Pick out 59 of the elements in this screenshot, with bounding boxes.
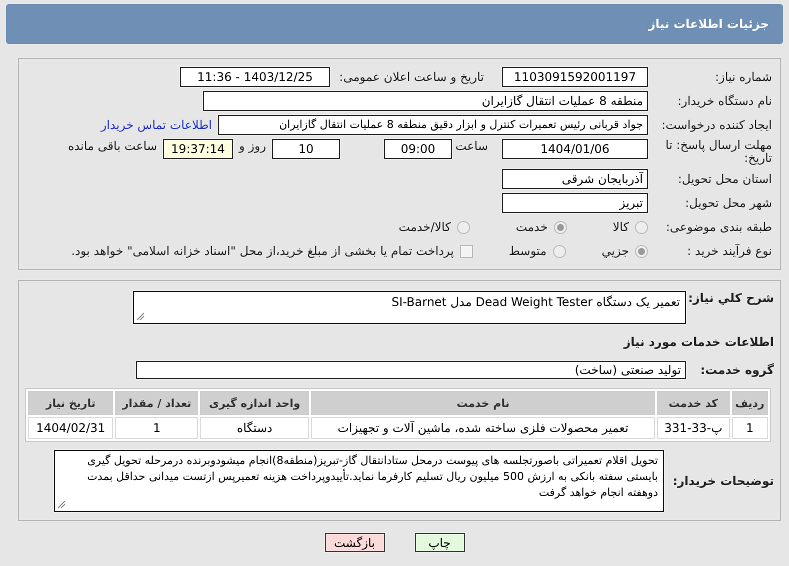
field-label: گروه خدمت: (699, 363, 774, 377)
deadline-time-field: 09:00 (384, 139, 452, 159)
field-label: ساعت باقی مانده (68, 139, 157, 153)
buyer-field: منطقه 8 عملیات انتقال گازایران (203, 91, 648, 111)
creator-field: جواد قربانی رئیس تعمیرات کنترل و ابزار دقیق منطقه 8 عملیات انتقال گازایران (218, 115, 648, 135)
deadline-date-field: 1404/01/06 (502, 139, 648, 159)
announce-date-field: 1403/12/25 - 11:36 (180, 67, 330, 87)
table-cell: دستگاه (200, 417, 309, 439)
service-group-field: تولید صنعتی (ساخت) (136, 361, 686, 379)
print-button[interactable]: چاپ (414, 533, 464, 552)
field-label: شهر محل تحویل: (684, 196, 772, 210)
resize-grip-icon (136, 312, 145, 321)
notes-textarea[interactable]: تحویل اقلام تعمیراتی باصورتجلسه های پیوست درمحل ستادانتقال گاز-تبریز(منطقه8)انجام میشودوبرنده درمرحله تحویل گیری بایستی سفته بانکی به ارزش 500 میلیون ریال تسلیم کارفرما نماید.تأییدوپرداخت هزینه تعمیرپس ازتست میدانی حداقل بمدت دوهفته انجام خواهد گرفت (54, 450, 664, 512)
column-header: واحد اندازه گیری (200, 391, 309, 415)
days-field: 10 (272, 139, 340, 159)
field-label: مهلت ارسال پاسخ: تا تاریخ: (664, 139, 772, 165)
page-header: جزئیات اطلاعات نیاز (6, 4, 783, 44)
column-header: ردیف (732, 391, 768, 415)
field-label: تاریخ و ساعت اعلان عمومی: (338, 70, 484, 84)
radio-button[interactable] (635, 220, 648, 234)
option-label: کالا/خدمت (398, 220, 451, 234)
checkbox[interactable] (460, 244, 473, 258)
remaining-time-field: 19:37:14 (163, 139, 233, 159)
column-header: تعداد / مقدار (115, 391, 198, 415)
back-button[interactable]: بازگشت (324, 533, 384, 552)
field-label: توضیحات خریدار: (672, 474, 774, 488)
column-header: تاریخ نیاز (28, 391, 114, 415)
field-label: روز و (239, 139, 266, 153)
need-number-field: 1103091592001197 (502, 67, 648, 87)
table-cell: 1 (732, 417, 768, 439)
radio-button[interactable] (554, 220, 567, 234)
field-label: شماره نیاز: (714, 70, 772, 84)
table-cell: پ-33-331 (657, 417, 730, 439)
contact-link[interactable]: اطلاعات تماس خریدار (100, 118, 212, 132)
radio-button[interactable] (456, 220, 470, 234)
radio-button[interactable] (635, 244, 648, 258)
province-field: آذربایجان شرقی (502, 169, 648, 189)
field-label: طبقه بندی موضوعی: (664, 220, 772, 234)
resize-grip-icon (57, 500, 66, 509)
option-label: متوسط (508, 244, 547, 258)
city-field: تبریز (502, 193, 648, 213)
table-cell: تعمیر محصولات فلزی ساخته شده، ماشین آلات و تجهیزات (311, 417, 656, 439)
field-label: ساعت (458, 139, 488, 153)
checkbox-label: پرداخت تمام یا بخشی از مبلغ خرید،از محل "اسناد خزانه اسلامی" خواهد بود. (71, 244, 454, 258)
option-label: خدمت (516, 220, 548, 234)
table-cell: 1404/02/31 (28, 417, 114, 439)
field-label: ایجاد کننده درخواست: (660, 118, 772, 132)
table-cell: 1 (115, 417, 198, 439)
summary-textarea[interactable]: تعمیر یک دستگاه Dead Weight Tester مدل SI-Barnet (133, 291, 686, 324)
field-label: نام دستگاه خریدار: (676, 94, 772, 108)
section-title: اطلاعات خدمات مورد نیاز (622, 335, 774, 349)
column-header: کد خدمت (657, 391, 730, 415)
field-label: استان محل تحویل: (676, 172, 772, 186)
field-label: شرح کلي نياز: (692, 291, 774, 305)
option-label: کالا (612, 220, 629, 234)
option-label: جزیي (602, 244, 629, 258)
field-label: نوع فرآیند خرید : (686, 244, 772, 258)
radio-button[interactable] (552, 244, 566, 258)
column-header: نام خدمت (311, 391, 656, 415)
